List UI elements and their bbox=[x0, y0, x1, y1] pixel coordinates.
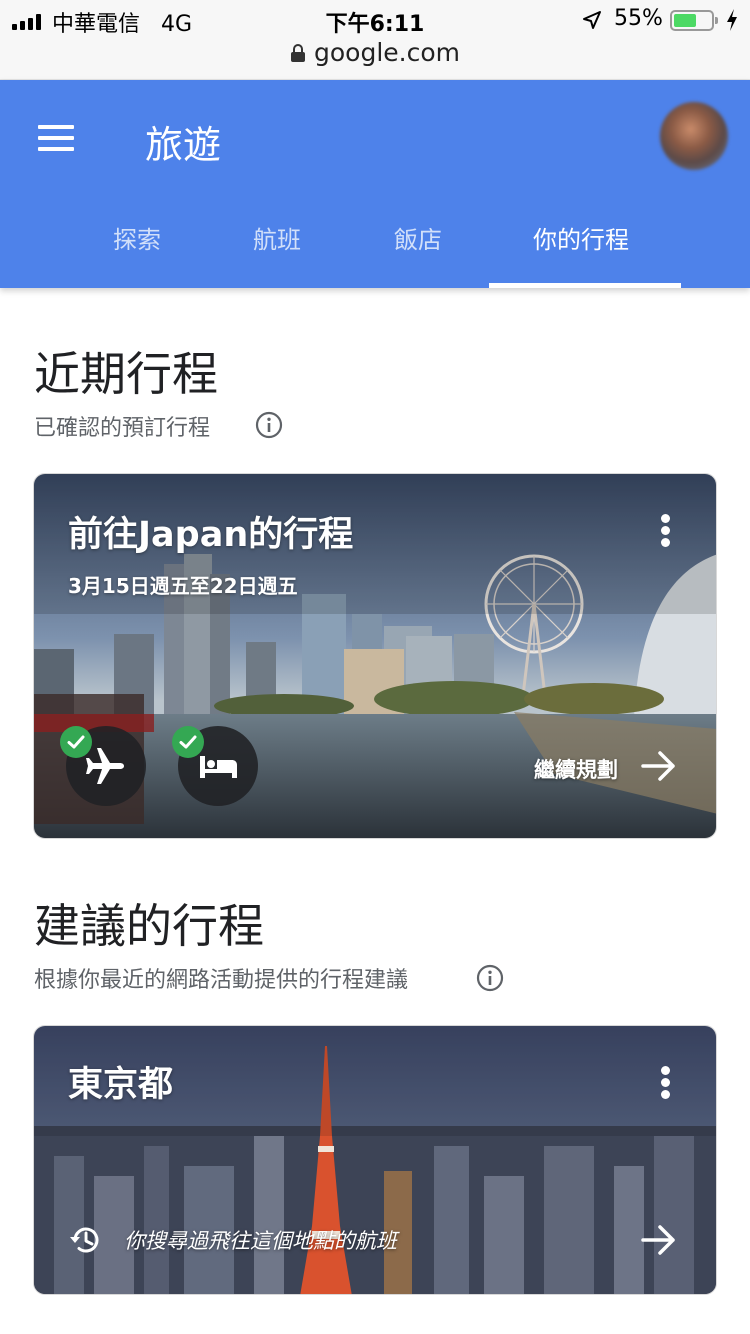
more-options-icon[interactable] bbox=[656, 1064, 676, 1100]
avatar[interactable] bbox=[660, 102, 728, 170]
continue-planning-link[interactable]: 繼續規劃 bbox=[534, 754, 618, 784]
tab-explore[interactable]: 探索 bbox=[113, 220, 161, 255]
more-options-icon[interactable] bbox=[656, 512, 676, 548]
suggestion-reason: 你搜尋過飛往這個地點的航班 bbox=[124, 1229, 397, 1253]
info-icon[interactable] bbox=[476, 964, 504, 992]
history-icon bbox=[70, 1227, 99, 1253]
flight-confirmed-check-icon bbox=[60, 726, 92, 758]
charging-bolt-icon bbox=[727, 9, 737, 31]
upcoming-trips-subtitle: 已確認的預訂行程 bbox=[34, 416, 211, 441]
address-bar[interactable]: google.com bbox=[0, 38, 750, 67]
upcoming-trips-title: 近期行程 bbox=[34, 347, 218, 401]
lock-icon bbox=[291, 44, 305, 62]
url-text: google.com bbox=[314, 38, 460, 67]
hotel-confirmed-check-icon bbox=[172, 726, 204, 758]
active-tab-indicator bbox=[489, 283, 681, 288]
trip-dates: 3月15日週五至22日週五 bbox=[68, 574, 298, 598]
info-icon[interactable] bbox=[255, 411, 283, 439]
battery-icon bbox=[670, 10, 718, 31]
suggested-trips-title: 建議的行程 bbox=[34, 899, 264, 953]
menu-icon[interactable] bbox=[38, 125, 74, 151]
suggested-trip-title: 東京都 bbox=[68, 1065, 174, 1105]
battery-percent: 55% bbox=[614, 6, 663, 31]
suggested-trip-card-tokyo[interactable]: 東京都 你搜尋過飛往這個地點的航班 bbox=[33, 1025, 717, 1295]
tab-flights[interactable]: 航班 bbox=[253, 220, 301, 255]
app-bar: 旅遊 探索 航班 飯店 你的行程 bbox=[0, 80, 750, 288]
tab-your-trips[interactable]: 你的行程 bbox=[533, 220, 629, 255]
status-bar: 中華電信 4G 下午6:11 55% google.com bbox=[0, 0, 750, 80]
suggested-trips-subtitle: 根據你最近的網路活動提供的行程建議 bbox=[34, 968, 409, 993]
app-title: 旅遊 bbox=[145, 123, 222, 167]
tab-hotels[interactable]: 飯店 bbox=[394, 220, 442, 255]
arrow-right-icon[interactable] bbox=[640, 749, 678, 783]
tab-bar: 探索 航班 飯店 你的行程 bbox=[0, 210, 750, 288]
arrow-right-icon[interactable] bbox=[640, 1223, 678, 1257]
trip-title: 前往Japan的行程 bbox=[68, 515, 354, 555]
trip-card-japan[interactable]: 前往Japan的行程 3月15日週五至22日週五 繼續規劃 bbox=[33, 473, 717, 839]
location-arrow-icon bbox=[583, 11, 601, 29]
